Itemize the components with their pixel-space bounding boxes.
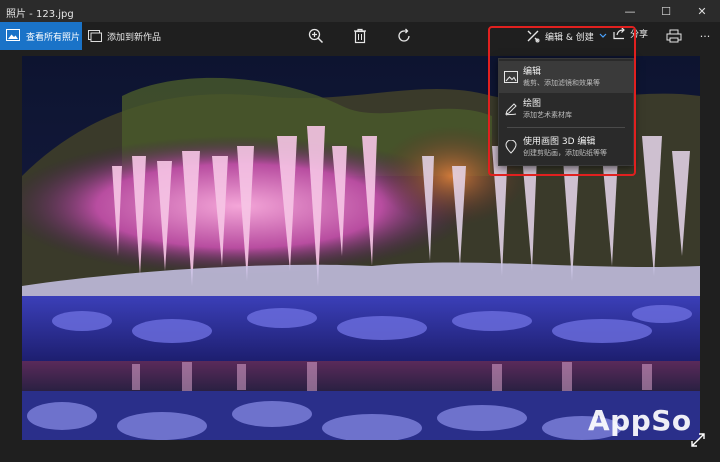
rotate-icon bbox=[398, 28, 410, 42]
add-to-creation-button[interactable]: 添加到新作品 bbox=[86, 22, 161, 50]
delete-button[interactable] bbox=[350, 26, 370, 46]
add-to-creation-label: 添加到新作品 bbox=[107, 32, 162, 43]
expand-icon bbox=[691, 433, 705, 447]
menu-item-title: 编辑 bbox=[523, 67, 542, 77]
paint3d-icon bbox=[505, 140, 517, 154]
more-label: ··· bbox=[699, 29, 711, 43]
add-creation-icon bbox=[88, 30, 102, 42]
view-all-photos-button[interactable]: 查看所有照片 bbox=[0, 22, 82, 50]
edit-create-button[interactable]: 编辑 & 创建 bbox=[526, 26, 607, 46]
maximize-button[interactable]: ☐ bbox=[648, 0, 684, 22]
menu-item-subtitle: 创建剪贴画，添加贴纸等等 bbox=[523, 149, 607, 157]
menu-item-paint3d[interactable]: 使用画图 3D 编辑 创建剪贴画，添加贴纸等等 bbox=[499, 131, 633, 163]
chevron-down-icon bbox=[599, 33, 607, 38]
zoom-in-icon bbox=[308, 28, 324, 44]
title-bar: 照片 - 123.jpg — ☐ ✕ bbox=[0, 0, 720, 22]
edit-create-menu: 编辑 裁剪、添加滤镜和效果等 绘图 添加艺术素材库 使用画图 3D 编辑 创建剪… bbox=[498, 58, 634, 166]
menu-divider bbox=[507, 127, 625, 128]
menu-item-subtitle: 添加艺术素材库 bbox=[523, 111, 572, 119]
pen-icon bbox=[505, 103, 517, 116]
more-button[interactable]: ··· bbox=[694, 26, 716, 46]
menu-item-subtitle: 裁剪、添加滤镜和效果等 bbox=[523, 79, 600, 87]
toolbar: 查看所有照片 添加到新作品 编辑 & 创建 分享 ··· bbox=[0, 22, 720, 50]
view-all-photos-label: 查看所有照片 bbox=[26, 32, 81, 43]
zoom-button[interactable] bbox=[306, 26, 326, 46]
menu-item-draw[interactable]: 绘图 添加艺术素材库 bbox=[499, 93, 633, 125]
printer-icon bbox=[666, 29, 682, 43]
share-icon bbox=[613, 27, 625, 40]
share-label: 分享 bbox=[630, 29, 649, 40]
fullscreen-button[interactable] bbox=[690, 432, 706, 448]
photos-icon bbox=[6, 28, 20, 44]
menu-item-title: 使用画图 3D 编辑 bbox=[523, 137, 596, 147]
edit-create-label: 编辑 & 创建 bbox=[545, 32, 594, 43]
menu-item-title: 绘图 bbox=[523, 99, 542, 109]
menu-item-edit[interactable]: 编辑 裁剪、添加滤镜和效果等 bbox=[499, 61, 633, 93]
window-title: 照片 - 123.jpg bbox=[6, 9, 74, 20]
trash-icon bbox=[354, 28, 366, 44]
rotate-button[interactable] bbox=[394, 26, 414, 46]
print-button[interactable] bbox=[664, 26, 684, 46]
watermark-logo: AppSo bbox=[588, 404, 692, 437]
image-edit-icon bbox=[504, 71, 518, 83]
close-button[interactable]: ✕ bbox=[684, 0, 720, 22]
edit-create-icon bbox=[527, 30, 540, 43]
share-button[interactable]: 分享 bbox=[612, 26, 648, 40]
minimize-button[interactable]: — bbox=[612, 0, 648, 22]
